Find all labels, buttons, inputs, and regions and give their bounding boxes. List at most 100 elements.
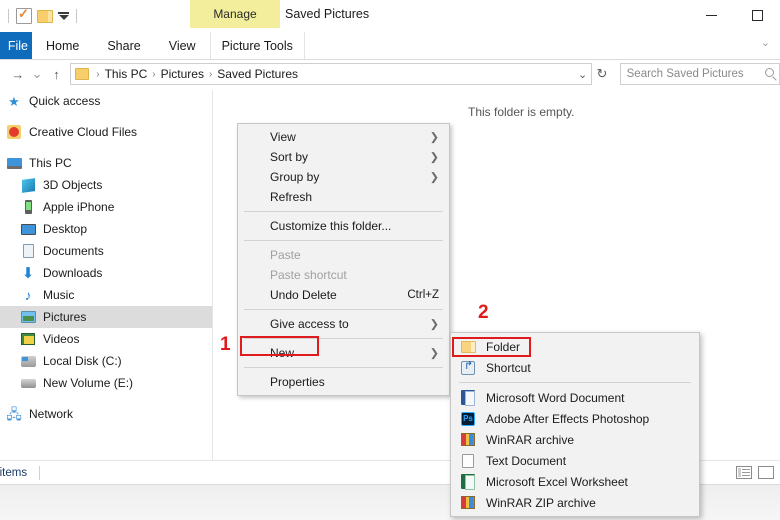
new-submenu: Folder Shortcut Microsoft Word Document … [450,332,700,517]
submenu-item-winrar-archive[interactable]: WinRAR archive [451,429,699,450]
empty-folder-message: This folder is empty. [468,105,575,119]
sidebar-item-label: Videos [43,332,80,346]
submenu-item-label: WinRAR ZIP archive [486,495,596,510]
menu-item-refresh[interactable]: Refresh [238,187,449,207]
address-bar: → ⌄ ↑ › This PC › Pictures › Saved Pictu… [0,60,780,88]
submenu-item-label: Text Document [486,453,567,468]
tab-share[interactable]: Share [93,32,154,59]
tab-file[interactable]: File [0,32,32,59]
menu-item-group-by[interactable]: Group by ❯ [238,167,449,187]
tab-home[interactable]: Home [32,32,93,59]
submenu-item-microsoft-word-document[interactable]: Microsoft Word Document [451,387,699,408]
breadcrumb[interactable]: › This PC › Pictures › Saved Pictures ⌄ [70,63,593,85]
submenu-item-microsoft-excel-worksheet[interactable]: Microsoft Excel Worksheet [451,471,699,492]
submenu-item-text-document[interactable]: Text Document [451,450,699,471]
details-view-icon[interactable] [736,466,752,479]
breadcrumb-separator-2: › [208,68,213,80]
maximize-button[interactable] [734,0,780,30]
minimize-icon [705,14,717,16]
menu-item-customize-this-folder[interactable]: Customize this folder... [238,216,449,236]
sidebar-item-downloads[interactable]: ⬇ Downloads [0,262,212,284]
submenu-item-winrar-zip-archive[interactable]: WinRAR ZIP archive [451,492,699,513]
sidebar-item-desktop[interactable]: Desktop [0,218,212,240]
sidebar-item-quick-access[interactable]: ★ Quick access [0,90,212,112]
winrar-icon [459,432,477,448]
ribbon-collapse-label: ⌄ [760,37,770,49]
sidebar-item-local-disk-c[interactable]: Local Disk (C:) [0,350,212,372]
sidebar-item-label: New Volume (E:) [43,376,134,390]
tab-share-label: Share [107,38,141,53]
search-input[interactable]: Search Saved Pictures [619,63,780,85]
minimize-button[interactable] [688,0,734,30]
sidebar-item-documents[interactable]: Documents [0,240,212,262]
recent-locations-icon[interactable]: ⌄ [27,63,46,85]
tab-view-label: View [168,38,196,53]
sidebar-item-new-volume-e[interactable]: New Volume (E:) [0,372,212,394]
menu-item-label: Give access to [270,317,349,331]
breadcrumb-item-this-pc[interactable]: This PC [105,67,148,81]
sidebar-item-3d-objects[interactable]: 3D Objects [0,174,212,196]
chevron-right-icon: ❯ [429,151,439,164]
view-toggle-group [736,466,780,479]
disk-icon [20,353,36,369]
sidebar-item-apple-iphone[interactable]: Apple iPhone [0,196,212,218]
title-bar: Manage Saved Pictures [0,0,780,32]
submenu-item-folder[interactable]: Folder [451,336,699,357]
excel-icon [459,474,477,490]
sidebar-item-this-pc[interactable]: This PC [0,152,212,174]
menu-item-sort-by[interactable]: Sort by ❯ [238,147,449,167]
chevron-down-icon[interactable]: ⌄ [761,36,770,49]
3d-objects-icon [20,177,36,193]
sidebar-item-videos[interactable]: Videos [0,328,212,350]
phone-icon [20,199,36,215]
submenu-item-adobe-after-effects-photoshop[interactable]: Ps Adobe After Effects Photoshop [451,408,699,429]
checkbox-icon[interactable] [16,6,32,24]
sidebar-item-label: Network [29,407,74,421]
downloads-icon: ⬇ [21,264,35,282]
submenu-item-shortcut[interactable]: Shortcut [451,357,699,378]
sidebar-item-label: Music [43,288,75,302]
menu-separator [244,338,443,339]
address-dropdown-icon[interactable]: ⌄ [578,68,587,81]
menu-item-label: View [270,130,296,144]
menu-item-label: Paste [270,248,301,262]
refresh-icon[interactable]: ↻ [592,63,611,85]
chevron-right-icon: ❯ [429,131,439,144]
annotation-marker-1: 1 [220,334,231,355]
sidebar-item-music[interactable]: ♪ Music [0,284,212,306]
qat-divider-2 [76,9,77,23]
tab-picture-tools[interactable]: Picture Tools [209,32,305,59]
sidebar-item-label: Desktop [43,222,88,236]
sidebar-item-label: This PC [29,156,72,170]
menu-item-view[interactable]: View ❯ [238,127,449,147]
refresh-label: ↻ [596,66,608,81]
sidebar-item-creative-cloud-files[interactable]: Creative Cloud Files [0,121,212,143]
caret-down-icon[interactable] [58,12,69,20]
menu-item-label: Properties [270,375,325,389]
navigation-pane: ★ Quick access Creative Cloud Files This… [0,90,212,460]
menu-item-label: Group by [270,170,320,184]
menu-item-undo-delete[interactable]: Undo Delete Ctrl+Z [238,285,449,305]
up-arrow-icon[interactable]: ↑ [47,63,66,85]
music-icon: ♪ [24,287,32,303]
menu-item-give-access-to[interactable]: Give access to ❯ [238,314,449,334]
word-icon [459,390,477,406]
ribbon-tabstrip: File Home Share View Picture Tools [0,32,780,60]
breadcrumb-actions: ⌄ [578,68,587,81]
sidebar-item-pictures[interactable]: Pictures [0,306,212,328]
folder-icon [459,339,477,355]
sidebar-item-network[interactable]: 🖧 Network [0,403,212,425]
large-icons-view-icon[interactable] [758,466,774,479]
folder-icon[interactable] [37,9,53,23]
sidebar-item-label: Documents [43,244,104,258]
menu-item-label: Sort by [270,150,309,164]
tab-view[interactable]: View [155,32,210,59]
menu-item-new[interactable]: New ❯ [238,343,449,363]
forward-arrow-icon[interactable]: → [8,63,27,85]
star-icon: ★ [8,93,20,109]
breadcrumb-item-pictures[interactable]: Pictures [161,67,204,81]
menu-item-properties[interactable]: Properties [238,372,449,392]
contextual-tab-manage[interactable]: Manage [190,0,280,28]
breadcrumb-item-saved-pictures[interactable]: Saved Pictures [217,67,298,81]
